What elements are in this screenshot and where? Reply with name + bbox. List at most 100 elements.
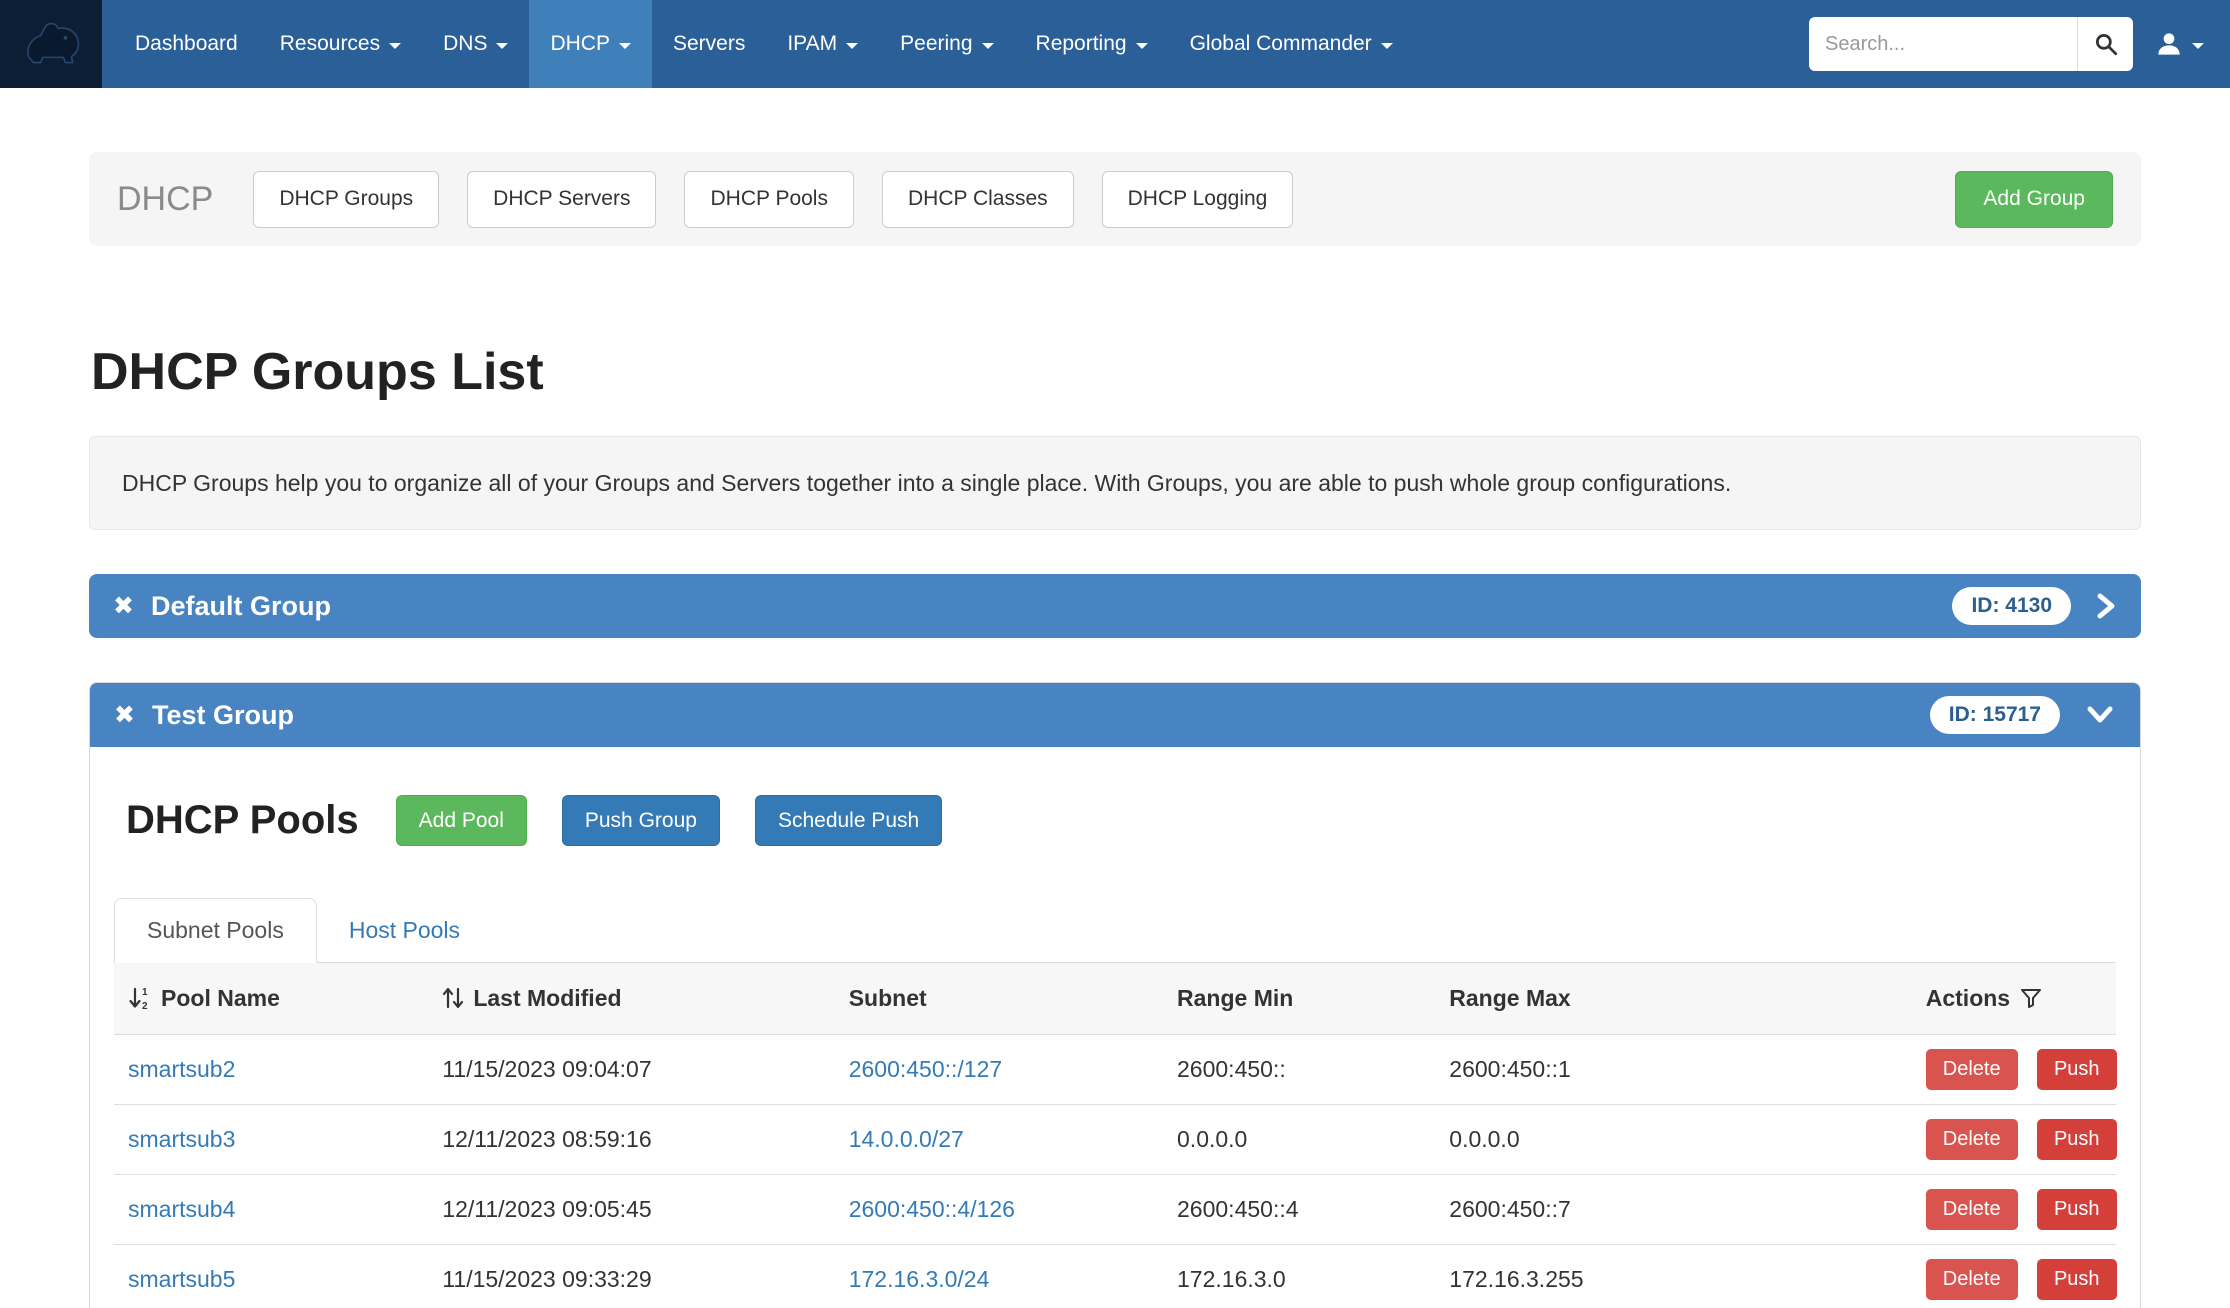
nav-item-dns[interactable]: DNS [422,0,529,88]
delete-button[interactable]: Delete [1926,1049,2018,1090]
col-pool-name: 1 2 Pool Name [114,963,428,1034]
chevron-down-icon [2084,704,2116,726]
pools-tabs: Subnet Pools Host Pools [114,898,2116,963]
subnet-link[interactable]: 2600:450::4/126 [849,1196,1015,1222]
pool-name-link[interactable]: smartsub5 [128,1266,235,1292]
caret-down-icon [846,43,858,49]
last-modified-cell: 11/15/2023 09:04:07 [428,1034,834,1104]
nav-item-label: DHCP [550,32,610,56]
nav-item-label: Dashboard [135,32,238,56]
search-button[interactable] [2077,17,2133,71]
col-label: Last Modified [473,985,621,1012]
subnet-link[interactable]: 172.16.3.0/24 [849,1266,990,1292]
delete-button[interactable]: Delete [1926,1259,2018,1300]
pool-name-link[interactable]: smartsub3 [128,1126,235,1152]
caret-down-icon [619,43,631,49]
search-input[interactable] [1809,17,2077,71]
table-row: smartsub3 12/11/2023 08:59:16 14.0.0.0/2… [114,1104,2116,1174]
schedule-push-button[interactable]: Schedule Push [755,795,942,846]
delete-button[interactable]: Delete [1926,1119,2018,1160]
range-max-cell: 2600:450::1 [1435,1034,1911,1104]
push-button[interactable]: Push [2037,1189,2117,1230]
navbar-right [1809,0,2230,88]
push-button[interactable]: Push [2037,1259,2117,1300]
nav-item-reporting[interactable]: Reporting [1015,0,1169,88]
add-group-button[interactable]: Add Group [1955,171,2113,228]
toolbar-buttons: DHCP Groups DHCP Servers DHCP Pools DHCP Cl… [253,171,1293,228]
search-icon [2093,31,2119,57]
filter-icon[interactable] [2019,986,2043,1010]
col-label: Pool Name [161,985,280,1012]
push-button[interactable]: Push [2037,1119,2117,1160]
user-icon [2153,28,2185,60]
group-name: Default Group [151,591,331,622]
chevron-right-icon [2095,591,2117,621]
page-description: DHCP Groups help you to organize all of … [89,436,2141,530]
app-logo[interactable] [0,0,102,88]
col-last-modified: Last Modified [428,963,834,1034]
pool-name-link[interactable]: smartsub2 [128,1056,235,1082]
caret-down-icon [982,43,994,49]
user-menu[interactable] [2153,28,2204,60]
sort-icon[interactable] [442,985,464,1011]
subnet-link[interactable]: 2600:450::/127 [849,1056,1002,1082]
tab-host-pools[interactable]: Host Pools [317,899,492,962]
caret-down-icon [496,43,508,49]
nav-item-label: Peering [900,32,972,56]
toolbar-button-dhcp-pools[interactable]: DHCP Pools [684,171,854,228]
col-actions: Actions [1912,963,2116,1034]
nav-menu: Dashboard Resources DNS DHCP Servers IPA… [114,0,1414,88]
nav-item-ipam[interactable]: IPAM [766,0,879,88]
pool-name-link[interactable]: smartsub4 [128,1196,235,1222]
group-panel-test: ✖ Test Group ID: 15717 DHCP Pools Add Po… [89,682,2141,1308]
nav-item-label: DNS [443,32,487,56]
table-row: smartsub5 11/15/2023 09:33:29 172.16.3.0… [114,1244,2116,1308]
group-header-test[interactable]: ✖ Test Group ID: 15717 [90,683,2140,747]
group-header-default[interactable]: ✖ Default Group ID: 4130 [89,574,2141,638]
delete-button[interactable]: Delete [1926,1189,2018,1230]
nav-item-label: Servers [673,32,745,56]
add-pool-button[interactable]: Add Pool [396,795,527,846]
nav-item-resources[interactable]: Resources [259,0,422,88]
nav-item-global-commander[interactable]: Global Commander [1169,0,1414,88]
nav-item-dashboard[interactable]: Dashboard [114,0,259,88]
range-max-cell: 172.16.3.255 [1435,1244,1911,1308]
nav-item-peering[interactable]: Peering [879,0,1014,88]
group-panel-default: ✖ Default Group ID: 4130 [89,574,2141,638]
nav-item-label: Reporting [1036,32,1127,56]
push-group-button[interactable]: Push Group [562,795,720,846]
dhcp-toolbar: DHCP DHCP GroupsDHCP ServersDHCP PoolsDH… [89,152,2141,246]
tab-subnet-pools[interactable]: Subnet Pools [114,898,317,963]
range-min-cell: 0.0.0.0 [1163,1104,1435,1174]
logo-animal-icon [18,15,84,73]
remove-group-icon[interactable]: ✖ [113,594,134,619]
subnet-link[interactable]: 14.0.0.0/27 [849,1126,964,1152]
last-modified-cell: 11/15/2023 09:33:29 [428,1244,834,1308]
nav-item-servers[interactable]: Servers [652,0,766,88]
range-min-cell: 2600:450::4 [1163,1174,1435,1244]
remove-group-icon[interactable]: ✖ [114,703,135,728]
sort-numeric-icon[interactable]: 1 2 [128,985,152,1011]
caret-down-icon [1381,43,1393,49]
toolbar-button-dhcp-classes[interactable]: DHCP Classes [882,171,1074,228]
search-group [1809,17,2133,71]
svg-text:1: 1 [142,987,148,998]
last-modified-cell: 12/11/2023 08:59:16 [428,1104,834,1174]
svg-text:2: 2 [142,1001,148,1011]
caret-down-icon [1136,43,1148,49]
caret-down-icon [2192,43,2204,49]
col-range-max: Range Max [1435,963,1911,1034]
page-title: DHCP Groups List [91,342,2141,402]
table-header-row: 1 2 Pool Name [114,963,2116,1034]
col-label: Actions [1926,985,2010,1012]
group-id-badge: ID: 4130 [1952,587,2071,625]
col-range-min: Range Min [1163,963,1435,1034]
nav-item-dhcp[interactable]: DHCP [529,0,652,88]
toolbar-button-dhcp-servers[interactable]: DHCP Servers [467,171,656,228]
top-navbar: Dashboard Resources DNS DHCP Servers IPA… [0,0,2230,88]
toolbar-button-dhcp-logging[interactable]: DHCP Logging [1102,171,1294,228]
push-button[interactable]: Push [2037,1049,2117,1090]
range-max-cell: 2600:450::7 [1435,1174,1911,1244]
range-min-cell: 172.16.3.0 [1163,1244,1435,1308]
toolbar-button-dhcp-groups[interactable]: DHCP Groups [253,171,439,228]
